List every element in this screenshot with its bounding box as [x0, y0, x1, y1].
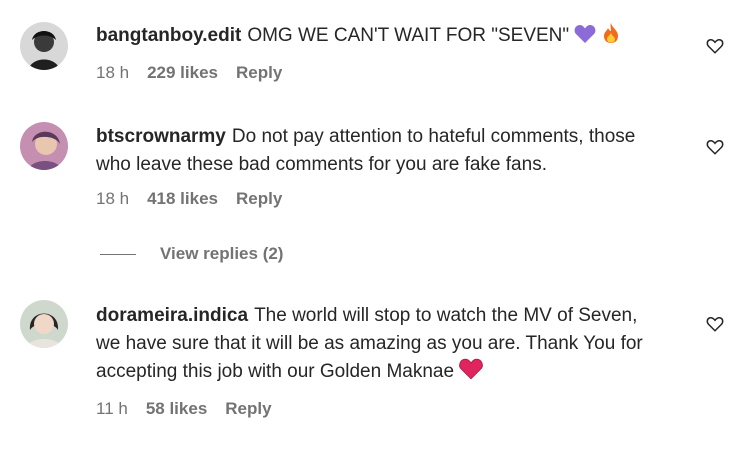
comment-time: 18 h: [96, 189, 130, 208]
purple-heart-icon: [574, 24, 596, 53]
reply-button[interactable]: Reply: [225, 399, 271, 419]
comment-time: 11 h: [96, 399, 128, 418]
comment-username[interactable]: bangtanboy.edit: [96, 25, 241, 46]
reply-button[interactable]: Reply: [236, 189, 282, 209]
heart-outline-icon[interactable]: [706, 138, 724, 156]
reply-button[interactable]: Reply: [236, 63, 282, 83]
likes-count[interactable]: 58 likes: [146, 399, 207, 419]
comment-username[interactable]: btscrownarmy: [96, 126, 226, 147]
avatar-image: [20, 300, 68, 348]
view-replies[interactable]: View replies (2): [100, 244, 283, 264]
avatar-image: [20, 122, 68, 170]
divider-line: [100, 253, 136, 255]
avatar-image: [20, 22, 68, 70]
avatar-btscrownarmy[interactable]: [20, 122, 68, 170]
comment-username[interactable]: dorameira.indica: [96, 305, 248, 326]
red-heart-icon: [459, 358, 484, 389]
comment-time: 18 h: [96, 63, 130, 82]
avatar-dorameira[interactable]: [20, 300, 68, 348]
avatar-bangtanboy[interactable]: [20, 22, 68, 70]
view-replies-button[interactable]: View replies (2): [160, 244, 283, 264]
likes-count[interactable]: 418 likes: [147, 189, 218, 209]
heart-outline-icon[interactable]: [706, 37, 724, 55]
fire-icon: [602, 22, 620, 53]
likes-count[interactable]: 229 likes: [147, 63, 218, 83]
comment-text: OMG WE CAN'T WAIT FOR "SEVEN": [247, 25, 570, 46]
heart-outline-icon[interactable]: [706, 315, 724, 333]
